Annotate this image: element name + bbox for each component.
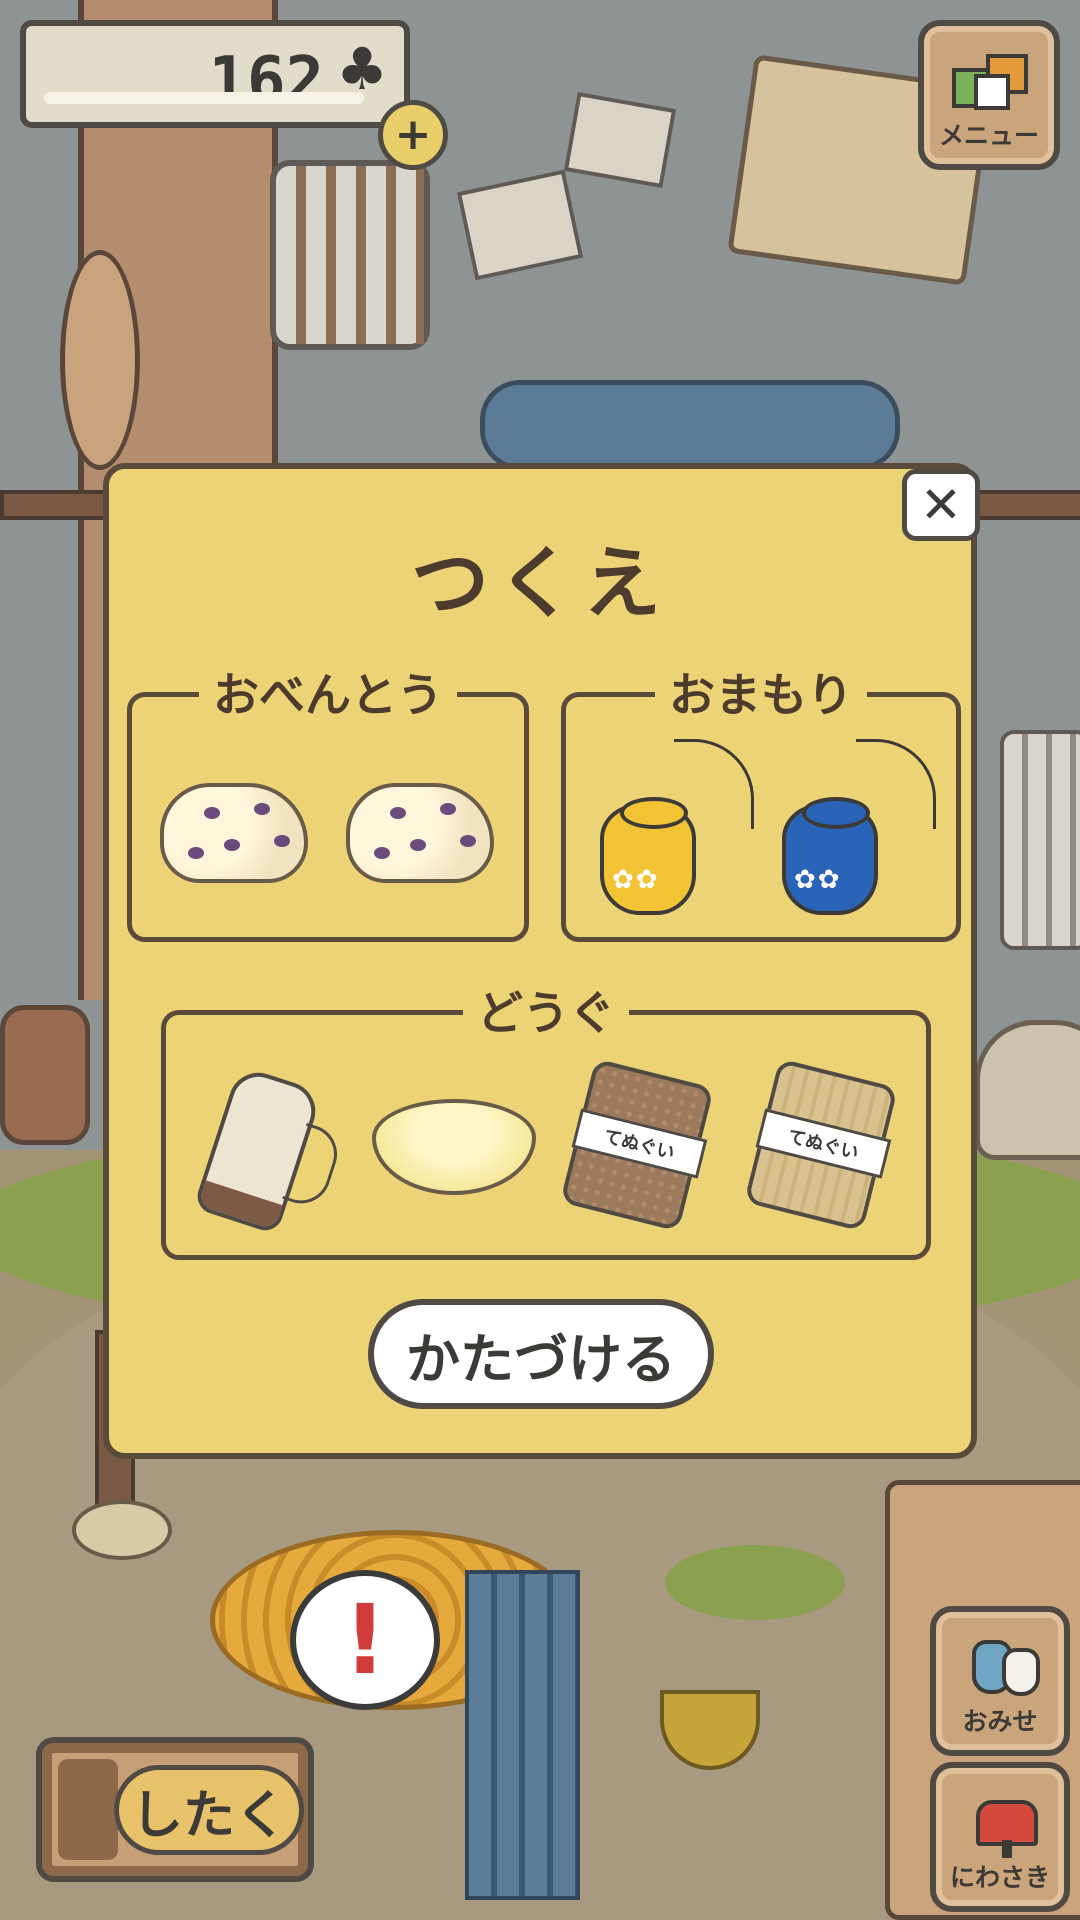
blue-charm-icon[interactable]: ✿✿: [782, 739, 936, 915]
tools-group: どうぐ てぬぐい てぬぐい: [161, 986, 931, 1260]
clover-counter: 162 ♣: [20, 20, 410, 128]
bread-icon[interactable]: [346, 783, 494, 883]
jar: [0, 1005, 90, 1145]
grass-patch: [665, 1545, 845, 1620]
bread-icon[interactable]: [160, 783, 308, 883]
fence: [1000, 730, 1080, 950]
pinned-note: [563, 91, 677, 189]
clover-icon: ♣: [336, 35, 388, 103]
clover-count: 162: [208, 44, 324, 118]
tidy-up-button[interactable]: かたづける: [368, 1299, 714, 1409]
window: [270, 160, 430, 350]
towel-icon[interactable]: てぬぐい: [743, 1058, 899, 1232]
exclamation-bubble-icon[interactable]: [290, 1570, 440, 1710]
shelf-right: [970, 490, 1080, 520]
blue-cushion: [480, 380, 900, 470]
tools-group-title: どうぐ: [463, 986, 629, 1040]
tidy-up-label: かたづける: [406, 1327, 676, 1391]
charm-group-title: おまもり: [655, 668, 867, 722]
garden-button[interactable]: にわさき: [930, 1762, 1070, 1912]
counter-underline: [44, 92, 364, 104]
lunch-group-title: おべんとう: [199, 668, 457, 722]
dialog-title: つくえ: [410, 539, 669, 629]
bowl-icon[interactable]: [372, 1099, 536, 1195]
mailbox-icon: [972, 1790, 1042, 1858]
charm-group: おまもり ✿✿ ✿✿: [561, 668, 961, 942]
menu-button[interactable]: メニュー: [918, 20, 1060, 170]
towel-label: てぬぐい: [571, 1108, 708, 1179]
curtain: [465, 1570, 580, 1900]
prepare-button[interactable]: したく: [36, 1737, 314, 1882]
menu-cards-icon: [948, 54, 1040, 114]
post-base: [72, 1500, 172, 1560]
log-icon: [58, 1759, 118, 1860]
flask-icon[interactable]: [192, 1065, 345, 1235]
prepare-label: したく: [130, 1785, 287, 1846]
close-button[interactable]: ✕: [902, 469, 980, 541]
lunch-group: おべんとう: [127, 668, 529, 942]
shop-label: おみせ: [962, 1707, 1038, 1736]
clay-oven: [975, 1020, 1080, 1160]
towel-icon[interactable]: てぬぐい: [559, 1058, 715, 1232]
shop-button[interactable]: おみせ: [930, 1606, 1070, 1756]
add-clover-button[interactable]: +: [378, 100, 448, 170]
desk-dialog: つくえ ✕ おべんとう おまもり ✿✿ ✿✿ どうぐ てぬぐい てぬぐい かたづ: [103, 463, 980, 1459]
garden-label: にわさき: [949, 1863, 1050, 1892]
shop-bags-icon: [972, 1634, 1042, 1698]
yellow-charm-icon[interactable]: ✿✿: [600, 739, 754, 915]
towel-label: てぬぐい: [755, 1108, 892, 1179]
log-slice: [60, 250, 140, 470]
menu-label: メニュー: [938, 121, 1039, 150]
shelf-left: [0, 490, 120, 520]
